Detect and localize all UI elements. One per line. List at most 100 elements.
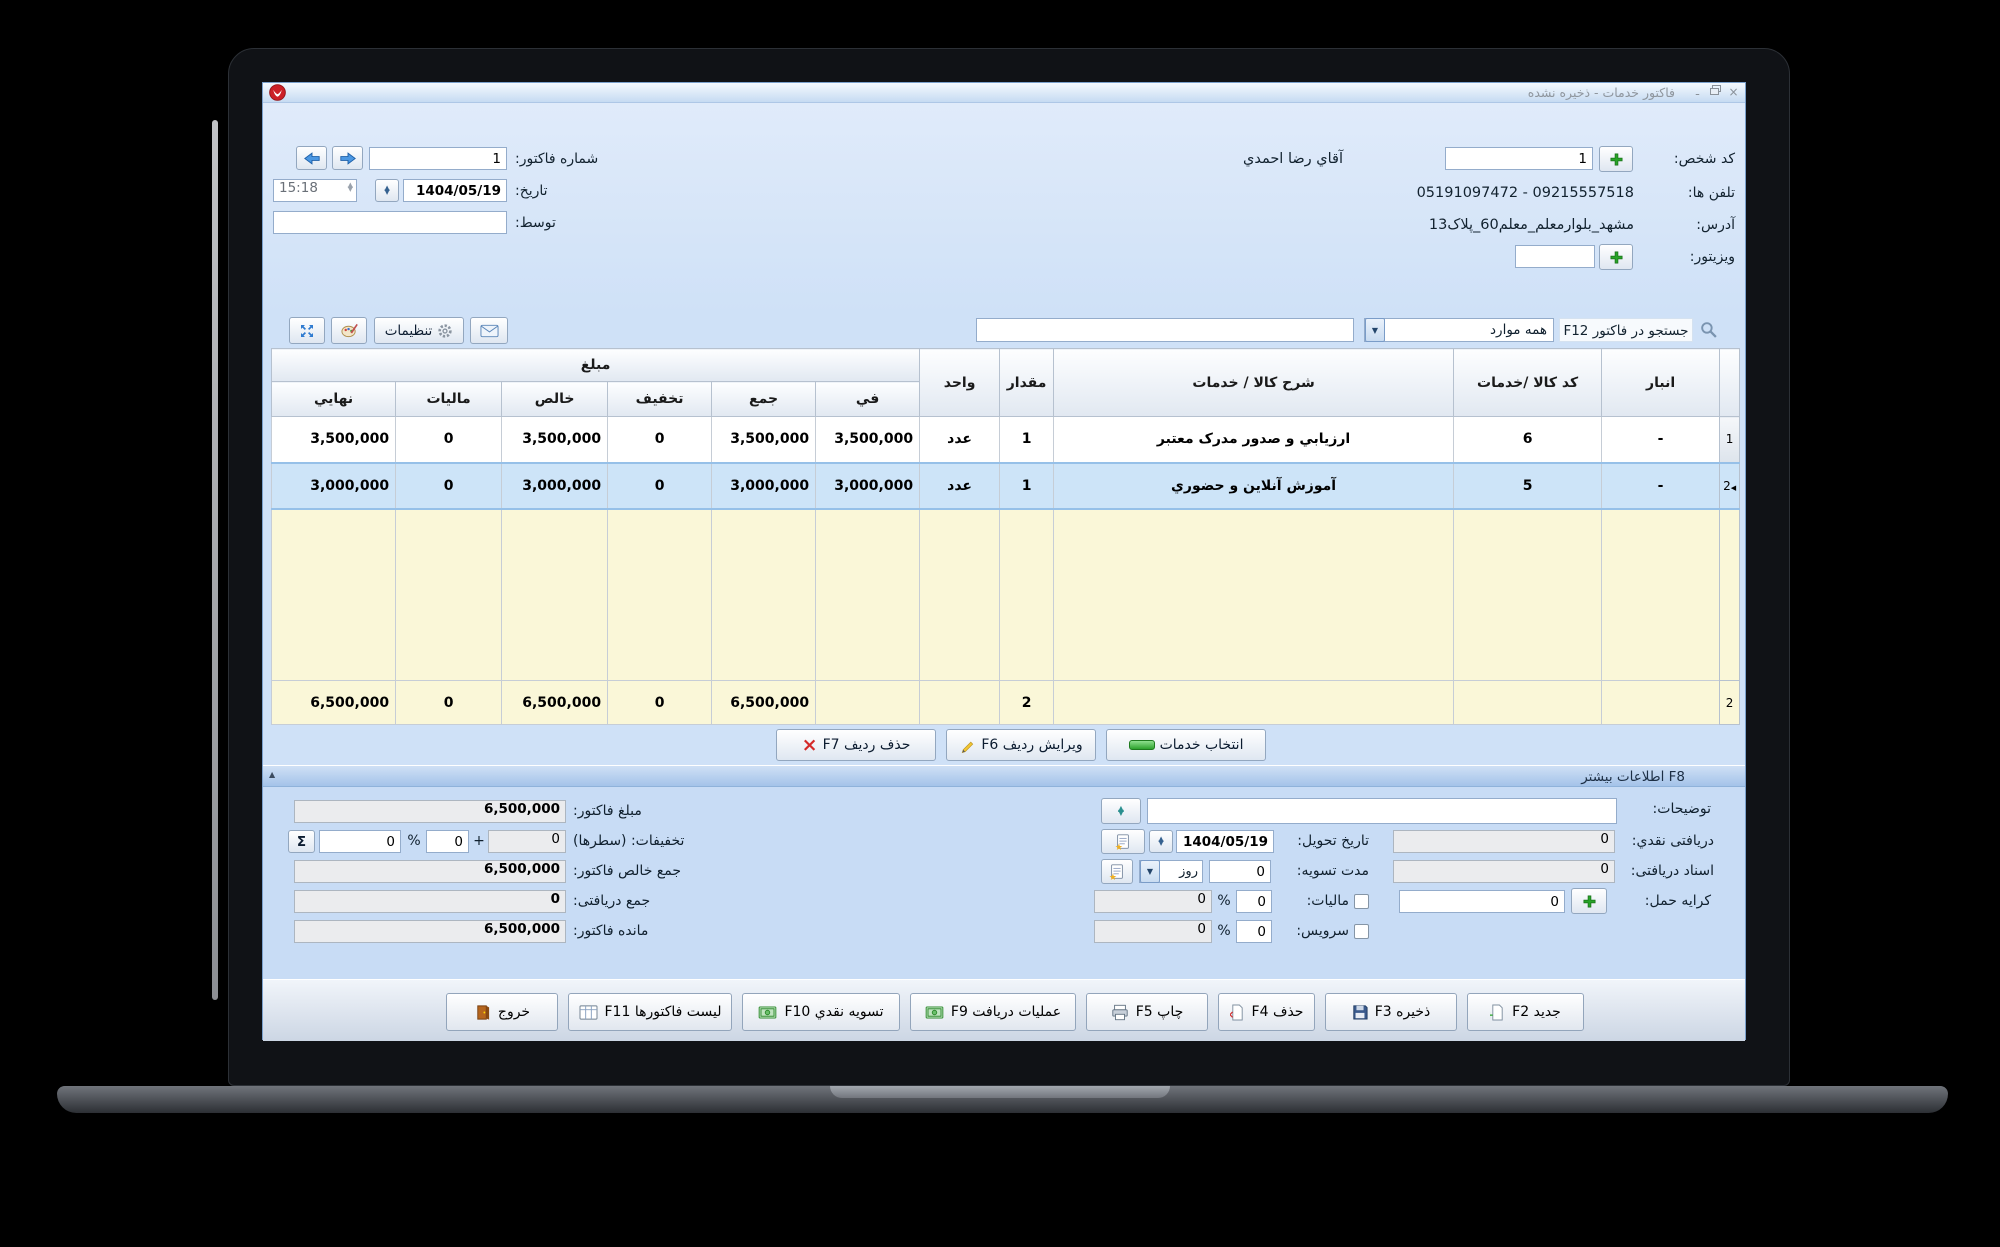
search-filter-select[interactable]: همه موارد ▼ [1364, 318, 1554, 342]
service-percent-input[interactable] [1236, 920, 1272, 943]
row-number[interactable]: 1 [1719, 416, 1741, 463]
expand-grid-button[interactable] [289, 317, 325, 344]
cash-settle-button[interactable]: تسویه نقدي F10 [742, 993, 900, 1031]
balance-label: مانده فاکتور: [573, 923, 649, 939]
grid-row-1[interactable]: 1 - 6 ارزیابي و صدور مدرک معتبر 1 عدد 3,… [270, 416, 1741, 463]
row-number[interactable]: ◀2 [1719, 461, 1741, 510]
by-label: توسط: [515, 215, 556, 231]
row-header-corner [1719, 348, 1741, 417]
column-sum: جمع [711, 381, 817, 417]
totals-sum: 6,500,000 [711, 680, 817, 725]
notes-expand-button[interactable]: ▲ ▼ [1101, 798, 1141, 824]
tax-percent-input[interactable] [1236, 890, 1272, 913]
select-services-button[interactable]: انتخاب خدمات [1106, 729, 1266, 761]
grid-empty-area [270, 508, 1741, 681]
percent-sign: % [407, 833, 421, 849]
cell-description[interactable]: ارزیابي و صدور مدرک معتبر [1053, 416, 1455, 463]
printer-icon [1111, 1004, 1129, 1021]
settlement-days-input[interactable] [1209, 860, 1271, 883]
service-checkbox[interactable] [1354, 923, 1369, 939]
address-text: مشهد_بلوارمعلم_معلم60_پلاک13 [1428, 217, 1634, 233]
notes-input[interactable] [1147, 798, 1617, 824]
cell-net[interactable]: 3,000,000 [501, 461, 609, 510]
column-code: کد کالا /خدمات [1453, 348, 1603, 417]
invoice-list-button[interactable]: لیست فاکتورها F11 [568, 993, 732, 1031]
nav-previous-button[interactable] [296, 146, 327, 170]
settlement-notes-button[interactable]: ★ [1101, 859, 1133, 884]
cell-discount[interactable]: 0 [607, 461, 713, 510]
service-label: سرویس: [1279, 919, 1369, 943]
new-invoice-button[interactable]: جدید F2 + [1467, 993, 1584, 1031]
cell-unit[interactable]: عدد [919, 416, 1001, 463]
edit-row-button[interactable]: ویرایش ردیف F6 [946, 729, 1096, 761]
add-person-button[interactable] [1599, 146, 1633, 172]
freight-input[interactable] [1399, 890, 1565, 913]
cell-unit[interactable]: عدد [919, 461, 1001, 510]
add-visitor-button[interactable] [1599, 244, 1633, 270]
email-button[interactable] [470, 317, 508, 344]
cell-tax[interactable]: 0 [395, 416, 503, 463]
add-freight-button[interactable] [1571, 888, 1607, 914]
delete-invoice-button[interactable]: حذف F4 × [1218, 993, 1315, 1031]
delivery-date-spinner[interactable]: ▲ ▼ [1149, 830, 1173, 853]
notes-label: توضیحات: [1652, 801, 1711, 817]
cell-final[interactable]: 3,000,000 [270, 461, 397, 510]
delivery-date-input[interactable] [1176, 830, 1274, 853]
cell-price[interactable]: 3,000,000 [815, 461, 921, 510]
delete-row-button[interactable]: حذف ردیف F7 × [776, 729, 936, 761]
grid-row-2-selected[interactable]: ◀2 - 5 آموزش آنلاین و حضوري 1 عدد 3,000,… [270, 461, 1741, 510]
envelope-icon [479, 324, 499, 338]
toolbar: تنظیمات جستجو در فاکتور F12 همه موارد ▼ [263, 313, 1745, 348]
print-label: چاپ F5 [1135, 1004, 1184, 1020]
date-input[interactable] [403, 179, 507, 202]
sigma-button[interactable]: Σ [288, 830, 315, 853]
cell-sum[interactable]: 3,500,000 [711, 416, 817, 463]
discount-amount-input[interactable] [426, 830, 469, 853]
invoice-list-label: لیست فاکتورها F11 [604, 1004, 722, 1020]
tax-checkbox[interactable] [1354, 893, 1369, 909]
cell-net[interactable]: 3,500,000 [501, 416, 609, 463]
nav-next-button[interactable] [332, 146, 363, 170]
search-input[interactable] [976, 318, 1354, 342]
delivery-notes-button[interactable]: ★ [1101, 829, 1145, 854]
exit-button[interactable]: خروج [446, 993, 558, 1031]
cell-code[interactable]: 5 [1453, 461, 1603, 510]
more-info-bar[interactable]: F8 اطلاعات بیشتر ▲ [263, 765, 1745, 787]
by-input[interactable] [273, 211, 507, 234]
cell-code[interactable]: 6 [1453, 416, 1603, 463]
cell-store[interactable]: - [1601, 416, 1721, 463]
banknote-icon [758, 1005, 777, 1019]
appearance-button[interactable] [331, 317, 367, 344]
cell-store[interactable]: - [1601, 461, 1721, 510]
up-down-arrows-icon: ▲ ▼ [384, 183, 390, 196]
close-button[interactable]: × [1726, 85, 1741, 100]
visitor-input[interactable] [1515, 245, 1595, 268]
cell-tax[interactable]: 0 [395, 461, 503, 510]
column-description: شرح کالا / خدمات [1053, 348, 1455, 417]
print-button[interactable]: چاپ F5 [1086, 993, 1208, 1031]
collapse-triangle-icon: ▲ [269, 770, 276, 779]
time-spinner-icon[interactable]: ▲ ▼ [348, 182, 353, 193]
time-input[interactable]: 15:18 ▲ ▼ [273, 179, 357, 202]
cell-description[interactable]: آموزش آنلاین و حضوري [1053, 461, 1455, 510]
maximize-button[interactable] [1708, 85, 1723, 100]
minimize-button[interactable]: ـ [1690, 85, 1705, 100]
settlement-unit-select[interactable]: روز ▼ [1139, 860, 1203, 883]
cell-qty[interactable]: 1 [999, 461, 1055, 510]
cell-final[interactable]: 3,500,000 [270, 416, 397, 463]
discount-percent-input[interactable] [319, 830, 401, 853]
stacked-arrows-icon: ▲ ▼ [1117, 803, 1125, 817]
receive-operations-button[interactable]: عملیات دریافت F9 [910, 993, 1076, 1031]
column-store: انبار [1601, 348, 1721, 417]
settings-button[interactable]: تنظیمات [374, 317, 464, 344]
cell-sum[interactable]: 3,000,000 [711, 461, 817, 510]
date-spinner-button[interactable]: ▲ ▼ [375, 179, 399, 202]
discounts-label: تخفیفات: (سطرها) [573, 833, 685, 849]
invoice-number-input[interactable] [369, 147, 507, 170]
svg-text:×: × [1230, 1009, 1234, 1021]
cell-price[interactable]: 3,500,000 [815, 416, 921, 463]
cell-discount[interactable]: 0 [607, 416, 713, 463]
cell-qty[interactable]: 1 [999, 416, 1055, 463]
save-button[interactable]: ذخیره F3 [1325, 993, 1457, 1031]
person-code-input[interactable] [1445, 147, 1593, 170]
